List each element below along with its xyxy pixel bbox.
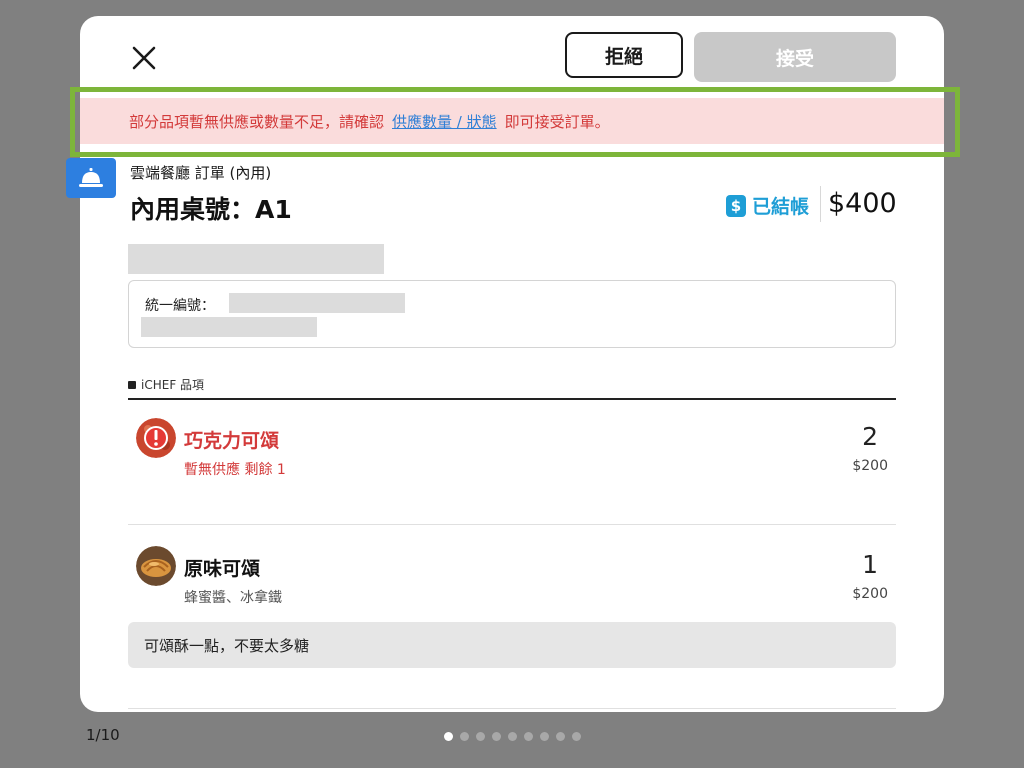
item-quantity: 1 <box>862 550 878 579</box>
pagination-dot[interactable] <box>508 732 517 741</box>
section-title: iCHEF 品項 <box>141 378 205 392</box>
pagination-dot[interactable] <box>476 732 485 741</box>
page-indicator: 1/10 <box>86 726 120 744</box>
warning-text-suffix: 即可接受訂單。 <box>504 112 610 131</box>
pagination-dot[interactable] <box>572 732 581 741</box>
order-type-label: 雲端餐廳 訂單 (內用) <box>130 164 272 182</box>
tax-id-placeholder <box>229 293 405 313</box>
pagination-dots <box>444 732 581 741</box>
section-header: iCHEF 品項 <box>128 376 204 393</box>
table-number: 內用桌號：A1 <box>130 195 292 224</box>
item-name: 巧克力可頌 <box>184 430 280 452</box>
item-divider <box>128 708 896 709</box>
list-item[interactable]: 原味可頌 蜂蜜醬、冰拿鐵 1 $200 <box>128 546 896 626</box>
total-divider <box>820 186 821 222</box>
close-icon[interactable] <box>128 42 160 74</box>
order-modal: 拒絕 接受 部分品項暫無供應或數量不足，請確認 供應數量 / 狀態 即可接受訂單… <box>80 16 944 712</box>
item-options: 蜂蜜醬、冰拿鐵 <box>184 590 282 606</box>
croissant-icon <box>136 546 176 586</box>
dine-in-bell-icon <box>66 158 116 198</box>
item-divider <box>128 524 896 525</box>
item-availability: 暫無供應 剩餘 1 <box>184 462 286 478</box>
pagination-dot[interactable] <box>524 732 533 741</box>
item-price: $200 <box>852 586 888 602</box>
pagination-dot[interactable] <box>540 732 549 741</box>
item-price: $200 <box>852 458 888 474</box>
tax-company-placeholder <box>141 317 317 337</box>
pagination-dot[interactable] <box>556 732 565 741</box>
supply-status-link[interactable]: 供應數量 / 狀態 <box>392 111 497 132</box>
section-divider <box>128 398 896 400</box>
tax-id-label: 統一編號： <box>145 298 215 314</box>
customer-name-placeholder <box>128 244 384 274</box>
reject-button[interactable]: 拒絕 <box>565 32 683 78</box>
warning-banner: 部分品項暫無供應或數量不足，請確認 供應數量 / 狀態 即可接受訂單。 <box>80 98 944 144</box>
tax-info-box: 統一編號： <box>128 280 896 348</box>
pagination-dot[interactable] <box>492 732 501 741</box>
pagination-dot[interactable] <box>460 732 469 741</box>
square-bullet-icon <box>128 380 136 389</box>
alert-icon <box>136 418 176 458</box>
pagination-dot[interactable] <box>444 732 453 741</box>
list-item[interactable]: 巧克力可頌 暫無供應 剩餘 1 2 $200 <box>128 418 896 498</box>
order-total: $400 <box>828 188 897 219</box>
accept-button[interactable]: 接受 <box>694 32 896 82</box>
paid-status-badge: $ 已結帳 <box>726 192 809 219</box>
item-note: 可頌酥一點，不要太多糖 <box>128 622 896 668</box>
item-quantity: 2 <box>862 422 878 451</box>
dollar-icon: $ <box>726 194 746 217</box>
warning-text-prefix: 部分品項暫無供應或數量不足，請確認 <box>129 112 385 131</box>
item-name: 原味可頌 <box>184 558 261 580</box>
paid-label: 已結帳 <box>752 196 810 218</box>
